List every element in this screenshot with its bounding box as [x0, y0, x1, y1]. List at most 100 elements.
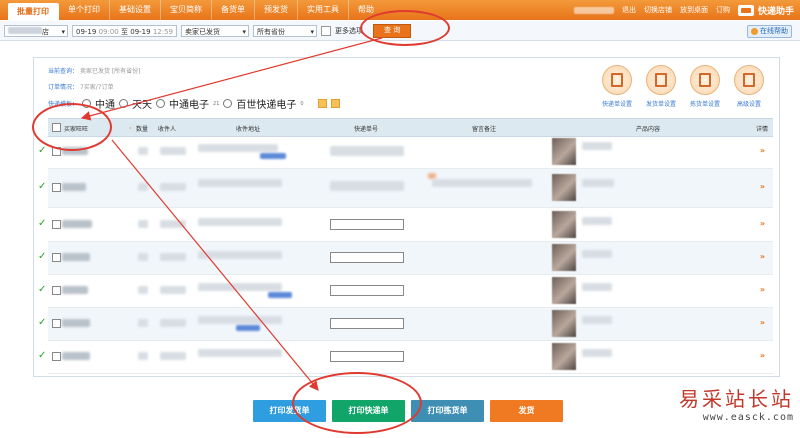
printed-check-icon: ✓	[38, 218, 47, 229]
printed-check-icon: ✓	[38, 145, 47, 156]
store-name-blurred	[8, 26, 42, 34]
order-status-value: 7买家/7订单	[79, 84, 114, 91]
recipient-blurred	[160, 253, 186, 261]
tab-stock-list[interactable]: 备货单	[212, 0, 255, 20]
tracking-blurred	[330, 181, 404, 191]
online-help-label: 在线帮助	[760, 27, 788, 35]
buyer-blurred	[62, 253, 90, 261]
carrier-radio-best-electronic[interactable]	[223, 99, 233, 108]
recipient-blurred	[160, 220, 186, 228]
store-select[interactable]: 店	[4, 24, 68, 38]
current-query-label: 当前查询：	[48, 68, 79, 75]
watermark-url: www.easck.com	[702, 412, 794, 423]
recipient-blurred	[160, 286, 186, 294]
expand-chevron-icon[interactable]: »	[760, 252, 765, 261]
recipient-blurred	[160, 352, 186, 360]
waybill-settings-icon	[602, 65, 632, 95]
col-remark: 留言备注	[472, 126, 497, 133]
table-row[interactable]: ✓ »	[38, 308, 773, 341]
switch-store-link[interactable]: 切换店铺	[644, 5, 672, 15]
col-detail: 详情	[756, 126, 769, 133]
recipient-blurred	[160, 183, 186, 191]
carrier-zto-electronic-label[interactable]: 中通电子	[169, 96, 209, 111]
tab-pre-ship[interactable]: 预发货	[255, 0, 298, 20]
row-checkbox[interactable]	[52, 220, 61, 229]
time-to: 12:59	[152, 27, 173, 36]
store-select-suffix: 店	[42, 27, 49, 36]
tab-item-alias[interactable]: 宝贝简称	[161, 0, 212, 20]
online-help-button[interactable]: 在线帮助	[747, 25, 792, 38]
tab-tools[interactable]: 实用工具	[298, 0, 349, 20]
table-row[interactable]: ✓ »	[38, 209, 773, 242]
recipient-blurred	[160, 147, 186, 155]
carrier-tiantian-label[interactable]: 天天	[132, 96, 152, 111]
expand-chevron-icon[interactable]: »	[760, 318, 765, 327]
row-checkbox[interactable]	[52, 286, 61, 295]
waybill-settings-tool[interactable]: 快递单设置	[596, 65, 638, 108]
expand-chevron-icon[interactable]: »	[760, 146, 765, 155]
product-thumbnail	[552, 277, 576, 304]
product-thumbnail	[552, 138, 576, 165]
address-blurred	[198, 144, 278, 152]
tab-batch-print[interactable]: 批量打印	[8, 3, 59, 20]
current-query: 当前查询： 卖家已发货 [所有省份]	[48, 66, 141, 75]
picklist-settings-tool[interactable]: 拣货单设置	[684, 65, 726, 108]
table-row[interactable]: ✓ »	[38, 341, 773, 374]
carrier-radio-zto-electronic[interactable]	[156, 99, 166, 108]
advanced-settings-tool[interactable]: 高级设置	[728, 65, 770, 108]
address-blurred	[198, 179, 282, 187]
add-template-icon[interactable]	[317, 99, 327, 108]
expand-chevron-icon[interactable]: »	[760, 219, 765, 228]
ship-button[interactable]: 发货	[490, 400, 563, 422]
carrier-best-electronic-label[interactable]: 百世快递电子	[236, 96, 296, 111]
printed-check-icon: ✓	[38, 350, 47, 361]
subscribe-link[interactable]: 订购	[716, 5, 730, 15]
printed-check-icon: ✓	[38, 251, 47, 262]
tracking-number-input[interactable]	[330, 219, 404, 230]
product-thumbnail	[552, 244, 576, 271]
buyer-blurred	[62, 220, 92, 228]
current-query-value: 卖家已发货 [所有省份]	[79, 68, 141, 75]
row-checkbox[interactable]	[52, 183, 61, 192]
date-to: 09-19	[130, 27, 151, 36]
status-select[interactable]: 卖家已发货	[181, 24, 249, 38]
table-row[interactable]: ✓ »	[38, 275, 773, 308]
product-thumbnail	[552, 310, 576, 337]
table-row[interactable]: ✓ »	[38, 136, 773, 169]
row-checkbox[interactable]	[52, 253, 61, 262]
edit-template-icon[interactable]	[330, 99, 340, 108]
tab-basic-settings[interactable]: 基础设置	[110, 0, 161, 20]
invoice-settings-tool[interactable]: 发货单设置	[640, 65, 682, 108]
advanced-settings-icon	[734, 65, 764, 95]
expand-chevron-icon[interactable]: »	[760, 285, 765, 294]
carrier-radio-tiantian[interactable]	[119, 99, 129, 108]
tracking-number-input[interactable]	[330, 252, 404, 263]
address-blurred	[198, 316, 282, 324]
more-options-label[interactable]: 更多选项	[335, 26, 363, 36]
tracking-number-input[interactable]	[330, 351, 404, 362]
recipient-blurred	[160, 319, 186, 327]
time-from: 09:00	[98, 27, 119, 36]
printed-check-icon: ✓	[38, 317, 47, 328]
row-checkbox[interactable]	[52, 352, 61, 361]
tracking-number-input[interactable]	[330, 318, 404, 329]
row-checkbox[interactable]	[52, 319, 61, 328]
expand-chevron-icon[interactable]: »	[760, 351, 765, 360]
date-range-input[interactable]: 09-19 09:00 至 09-19 12:59	[72, 24, 177, 37]
more-options-checkbox[interactable]	[321, 25, 331, 36]
province-select-value: 所有省份	[257, 27, 285, 36]
expand-chevron-icon[interactable]: »	[760, 182, 765, 191]
buyer-blurred	[62, 319, 90, 327]
tab-single-print[interactable]: 单个打印	[59, 0, 110, 20]
logout-link[interactable]: 退出	[622, 5, 636, 15]
pin-desktop-link[interactable]: 放到桌面	[680, 5, 708, 15]
tracking-number-input[interactable]	[330, 285, 404, 296]
product-blurred	[582, 316, 612, 324]
address-highlight-blurred	[268, 292, 292, 298]
table-row[interactable]: ✓ »	[38, 242, 773, 275]
username-blurred	[573, 6, 614, 14]
province-select[interactable]: 所有省份	[253, 24, 317, 38]
advanced-settings-label: 高级设置	[736, 101, 761, 108]
col-address: 收件地址	[236, 126, 261, 133]
table-row[interactable]: ✓ »	[38, 169, 773, 208]
